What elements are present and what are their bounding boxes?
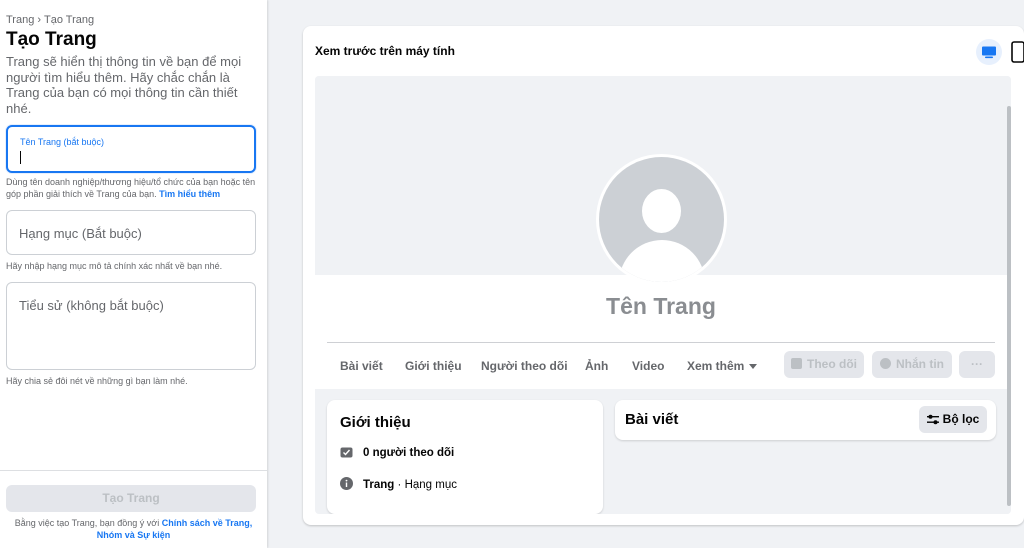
filter-icon [926, 414, 939, 425]
tab-posts: Bài viết [340, 359, 383, 373]
create-page-button[interactable]: Tạo Trang [6, 485, 256, 512]
preview-page-name: Tên Trang [606, 293, 716, 319]
breadcrumb-separator: › [37, 14, 41, 26]
filter-button: Bộ lọc [919, 406, 987, 433]
message-label: Nhắn tin [896, 357, 944, 371]
page-name-hint: Dùng tên doanh nghiệp/thương hiệu/tổ chứ… [6, 176, 261, 200]
filter-label: Bộ lọc [942, 412, 980, 426]
page-type: Trang [363, 479, 395, 491]
profile-picture [596, 154, 727, 285]
mobile-icon[interactable] [1011, 41, 1024, 63]
terms-notice: Bằng việc tạo Trang, bạn đồng ý với Chín… [6, 517, 261, 541]
bio-placeholder: Tiểu sử (không bắt buộc) [19, 298, 164, 313]
tab-divider [327, 342, 995, 343]
tab-videos: Video [632, 359, 665, 373]
category-placeholder: Hạng mục (Bắt buộc) [19, 226, 142, 241]
breadcrumb-current: Tạo Trang [44, 14, 95, 26]
message-button: Nhắn tin [872, 351, 952, 378]
page-preview-frame: Tên Trang Bài viết Giới thiệu Người theo… [315, 76, 1011, 514]
intro-card: Giới thiệu 0 người theo dõi Trang · Hạng… [327, 400, 603, 514]
desktop-icon[interactable] [976, 39, 1002, 65]
category-hint: Hãy nhập hạng mục mô tả chính xác nhất v… [6, 261, 223, 271]
create-footer: Tạo Trang Bằng việc tạo Trang, bạn đồng … [0, 470, 267, 548]
page-name-label: Tên Trang (bắt buộc) [20, 137, 105, 147]
page-description: Trang sẽ hiển thị thông tin về bạn để mọ… [6, 54, 242, 116]
preview-scrollbar[interactable] [1007, 76, 1011, 514]
tab-more: Xem thêm [687, 359, 758, 373]
text-caret [20, 151, 21, 164]
category-row: Trang · Hạng mục [340, 477, 457, 491]
dot-separator: · [397, 479, 402, 491]
like-icon [791, 358, 802, 369]
posts-card: Bài viết Bộ lọc [615, 400, 996, 440]
desktop-preview-card: Xem trước trên máy tính Tên Trang Bài vi… [303, 26, 1024, 525]
create-page-panel: Trang › Tạo Trang Tạo Trang Trang sẽ hiển … [0, 0, 267, 548]
follow-button: Theo dõi [784, 351, 864, 378]
scroll-thumb[interactable] [1007, 106, 1011, 506]
avatar-placeholder-icon [599, 157, 724, 282]
posts-title: Bài viết [625, 411, 679, 428]
page-name-input[interactable]: Tên Trang (bắt buộc) [6, 125, 256, 173]
followers-row: 0 người theo dõi [340, 445, 454, 459]
tab-photos: Ảnh [585, 359, 609, 373]
preview-title: Xem trước trên máy tính [315, 44, 455, 58]
tab-about: Giới thiệu [405, 359, 462, 373]
page-title: Tạo Trang [6, 29, 97, 50]
more-options-button: ··· [959, 351, 995, 378]
tab-followers: Người theo dõi [481, 359, 568, 373]
breadcrumb-parent[interactable]: Trang [6, 14, 34, 26]
bio-textarea[interactable]: Tiểu sử (không bắt buộc) [6, 282, 256, 370]
terms-prefix: Bằng việc tạo Trang, bạn đồng ý với [14, 518, 160, 528]
bio-hint: Hãy chia sẻ đôi nét về những gì bạn làm … [6, 376, 188, 386]
breadcrumb: Trang › Tạo Trang [6, 14, 94, 26]
caret-down-icon [749, 364, 758, 370]
intro-title: Giới thiệu [340, 414, 411, 431]
category-value: Hạng mục [404, 479, 457, 491]
learn-more-link[interactable]: Tìm hiểu thêm [159, 189, 220, 199]
info-icon [340, 477, 353, 490]
tab-more-label: Xem thêm [687, 359, 745, 373]
category-input[interactable]: Hạng mục (Bắt buộc) [6, 210, 256, 255]
follow-label: Theo dõi [807, 357, 857, 371]
messenger-icon [880, 358, 891, 369]
followers-icon [340, 447, 353, 458]
followers-count: 0 người theo dõi [363, 447, 455, 459]
